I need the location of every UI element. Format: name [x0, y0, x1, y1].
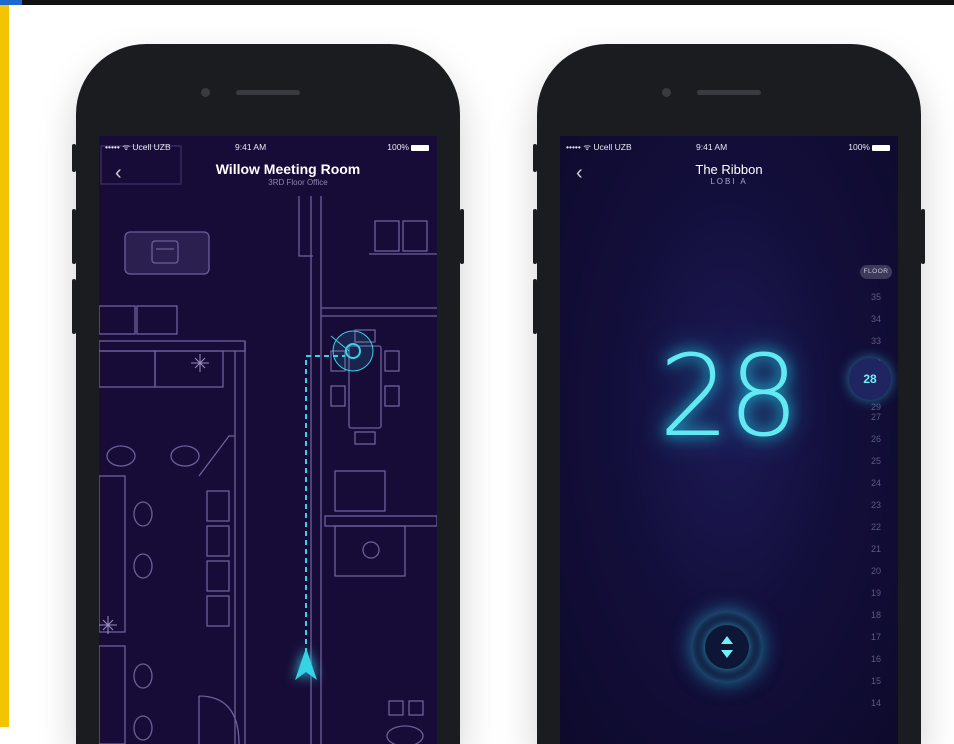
battery-indicator: 100% [387, 142, 429, 152]
floor-option[interactable]: 17 [860, 626, 892, 648]
floor-option[interactable]: 35 [860, 286, 892, 308]
left-accent-bar [0, 5, 16, 727]
floor-option[interactable]: 25 [860, 450, 892, 472]
floor-option[interactable]: 20 [860, 560, 892, 582]
status-bar: ••••• ᯤ Ucell UZB 9:41 AM 100% [99, 140, 437, 154]
elevator-button[interactable] [691, 611, 763, 683]
status-time: 9:41 AM [696, 142, 728, 152]
navigation-arrow-icon [295, 648, 317, 680]
up-down-arrows-icon [721, 636, 733, 658]
floor-option[interactable]: 34 [860, 308, 892, 330]
floor-option[interactable]: 19 [860, 582, 892, 604]
floor-option[interactable]: 14 [860, 692, 892, 714]
selected-floor[interactable]: 28 [849, 358, 891, 400]
speaker-grill [697, 90, 761, 95]
page-title: The Ribbon [695, 162, 763, 177]
floor-option[interactable]: 16 [860, 648, 892, 670]
page-subtitle: LOBI A [710, 177, 748, 186]
battery-icon [411, 144, 429, 151]
battery-indicator: 100% [848, 142, 890, 152]
floor-picker-lower[interactable]: 27 26 25 24 23 22 21 20 19 18 17 16 15 14 [860, 406, 892, 714]
floor-option[interactable]: 21 [860, 538, 892, 560]
floor-option[interactable]: 15 [860, 670, 892, 692]
floor-plan-drawing [99, 145, 437, 744]
floor-option[interactable]: 26 [860, 428, 892, 450]
status-time: 9:41 AM [235, 142, 267, 152]
carrier-label: ••••• ᯤ Ucell UZB [566, 142, 632, 152]
top-bar [0, 0, 954, 5]
speaker-grill [236, 90, 300, 95]
page-title: Willow Meeting Room [215, 161, 361, 177]
page-subtitle: 3RD Floor Office [268, 178, 328, 187]
route-path [305, 355, 345, 662]
floor-label: FLOOR [860, 265, 892, 279]
camera-dot [662, 88, 671, 97]
right-phone: ••••• ᯤ Ucell UZB 9:41 AM 100% ‹ The Rib… [533, 44, 925, 744]
battery-icon [872, 144, 890, 151]
left-phone: ••••• ᯤ Ucell UZB 9:41 AM 100% ‹ Willow … [72, 44, 464, 744]
floor-option[interactable]: 33 [860, 330, 892, 352]
carrier-label: ••••• ᯤ Ucell UZB [105, 142, 171, 152]
floor-plan-map[interactable]: ••••• ᯤ Ucell UZB 9:41 AM 100% ‹ Willow … [99, 136, 437, 744]
floor-option[interactable]: 24 [860, 472, 892, 494]
elevator-view: ••••• ᯤ Ucell UZB 9:41 AM 100% ‹ The Rib… [560, 136, 898, 744]
left-screen: ••••• ᯤ Ucell UZB 9:41 AM 100% ‹ Willow … [99, 136, 437, 744]
floor-option[interactable]: 27 [860, 406, 892, 428]
current-floor-display: 28 [658, 332, 800, 462]
floor-option[interactable]: 18 [860, 604, 892, 626]
right-screen: ••••• ᯤ Ucell UZB 9:41 AM 100% ‹ The Rib… [560, 136, 898, 744]
floor-option[interactable]: 23 [860, 494, 892, 516]
camera-dot [201, 88, 210, 97]
floor-option[interactable]: 22 [860, 516, 892, 538]
status-bar: ••••• ᯤ Ucell UZB 9:41 AM 100% [560, 140, 898, 154]
